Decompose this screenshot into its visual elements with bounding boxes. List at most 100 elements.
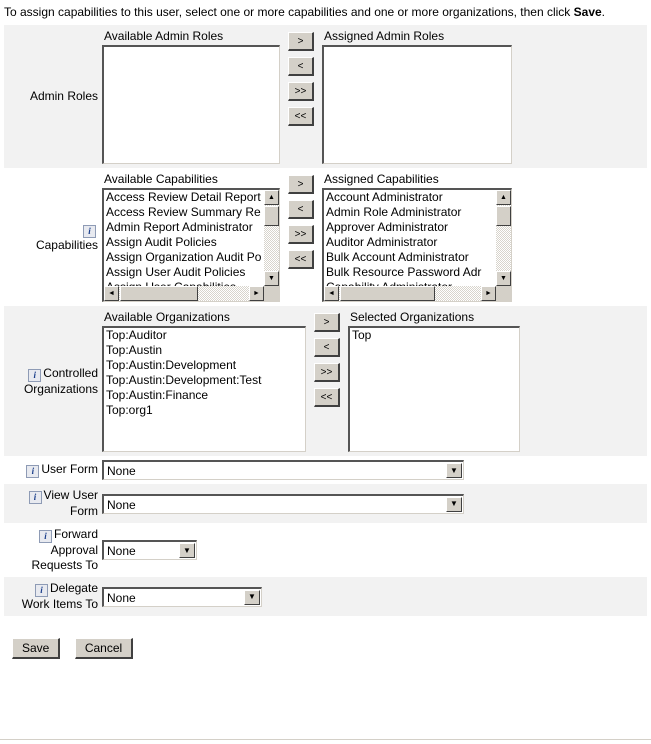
assigned-capabilities-vscroll-thumb[interactable]: [496, 206, 511, 226]
assigned-capabilities-scroll-down-icon[interactable]: ▼: [496, 271, 511, 286]
assigned-capabilities-scroll-right-icon[interactable]: ►: [481, 286, 496, 301]
available-capabilities-scroll-left-icon[interactable]: ◄: [104, 286, 119, 301]
list-item[interactable]: Top:Austin:Development:Test: [104, 373, 305, 388]
capabilities-transfer-buttons: > < >> <<: [288, 172, 314, 272]
list-item[interactable]: Top:org1: [104, 403, 305, 418]
list-item[interactable]: Top:Austin: [104, 343, 305, 358]
controlled-organizations-dual-list: Available Organizations Top:Auditor Top:A…: [102, 310, 647, 452]
organizations-add-all-button[interactable]: >>: [314, 363, 340, 382]
available-capabilities-hscroll-thumb[interactable]: [120, 286, 198, 301]
chevron-down-icon[interactable]: ▼: [244, 589, 260, 605]
field-delegate-work-items: None ▼: [102, 577, 647, 616]
admin-roles-dual-list: Available Admin Roles > < >> << Assigned…: [102, 29, 647, 164]
available-capabilities-vscrollbar[interactable]: ▲ ▼: [264, 190, 279, 286]
view-user-form-info-icon[interactable]: i: [28, 491, 42, 504]
organizations-add-button[interactable]: >: [314, 313, 340, 332]
organizations-remove-button[interactable]: <: [314, 338, 340, 357]
form-row-view-user-form: i View User Form None ▼: [4, 484, 647, 523]
list-item[interactable]: Bulk Account Administrator: [324, 250, 496, 265]
available-capabilities-options[interactable]: Access Review Detail Report Access Review…: [104, 190, 264, 301]
assigned-capabilities-scroll-left-icon[interactable]: ◄: [324, 286, 339, 301]
available-admin-roles-options[interactable]: [104, 47, 279, 163]
list-item[interactable]: Access Review Detail Report: [104, 190, 264, 205]
assigned-capabilities-hscrollbar[interactable]: ◄ ►: [324, 286, 496, 301]
capabilities-add-all-button[interactable]: >>: [288, 225, 314, 244]
form-row-controlled-organizations: i Controlled Organizations Available Orga…: [4, 306, 647, 456]
list-item[interactable]: Top: [350, 328, 519, 343]
list-item[interactable]: Auditor Administrator: [324, 235, 496, 250]
list-item[interactable]: Assign User Audit Policies: [104, 265, 264, 280]
list-item[interactable]: Top:Austin:Development: [104, 358, 305, 373]
available-capabilities-scroll-up-icon[interactable]: ▲: [264, 190, 279, 205]
admin-roles-add-button[interactable]: >: [288, 32, 314, 51]
label-forward-approval: i Forward Approval Requests To: [4, 523, 102, 577]
chevron-down-icon[interactable]: ▼: [179, 543, 195, 558]
forward-approval-selected-value: None: [107, 544, 136, 558]
admin-roles-remove-button[interactable]: <: [288, 57, 314, 76]
field-view-user-form: None ▼: [102, 484, 647, 523]
selected-organizations-title: Selected Organizations: [350, 310, 475, 324]
capabilities-remove-button[interactable]: <: [288, 200, 314, 219]
field-admin-roles: Available Admin Roles > < >> << Assigned…: [102, 25, 647, 168]
user-form-info-icon[interactable]: i: [26, 465, 40, 478]
list-item[interactable]: Assign Organization Audit Po: [104, 250, 264, 265]
assigned-admin-roles-options[interactable]: [324, 47, 511, 163]
selected-organizations-options[interactable]: Top: [350, 328, 519, 451]
list-item[interactable]: Admin Role Administrator: [324, 205, 496, 220]
admin-roles-add-all-button[interactable]: >>: [288, 82, 314, 101]
available-capabilities-title: Available Capabilities: [104, 172, 218, 186]
capabilities-remove-all-button[interactable]: <<: [288, 250, 314, 269]
list-item[interactable]: Assign Audit Policies: [104, 235, 264, 250]
delegate-work-items-info-icon[interactable]: i: [34, 584, 48, 597]
list-item[interactable]: Bulk Resource Password Adr: [324, 265, 496, 280]
available-capabilities-scroll-down-icon[interactable]: ▼: [264, 271, 279, 286]
chevron-down-icon[interactable]: ▼: [446, 463, 462, 478]
assigned-capabilities-scroll-up-icon[interactable]: ▲: [496, 190, 511, 205]
user-form-select[interactable]: None ▼: [102, 460, 464, 480]
view-user-form-select[interactable]: None ▼: [102, 493, 464, 514]
selected-organizations-listbox[interactable]: Top: [348, 326, 520, 452]
admin-roles-remove-all-button[interactable]: <<: [288, 107, 314, 126]
forward-approval-select[interactable]: None ▼: [102, 540, 197, 560]
form-row-delegate-work-items: i Delegate Work Items To None ▼: [4, 577, 647, 616]
instruction-emphasis: Save: [573, 5, 602, 19]
controlled-organizations-info-icon[interactable]: i: [28, 368, 42, 382]
available-capabilities-listbox[interactable]: Access Review Detail Report Access Review…: [102, 188, 280, 302]
assigned-capabilities-hscroll-thumb[interactable]: [340, 286, 435, 301]
form-actions: Save Cancel: [12, 638, 651, 659]
chevron-down-icon[interactable]: ▼: [446, 496, 462, 512]
available-admin-roles-pane: Available Admin Roles: [102, 29, 280, 164]
available-capabilities-scroll-corner: [264, 286, 279, 301]
list-item[interactable]: Admin Report Administrator: [104, 220, 264, 235]
instruction-suffix: .: [601, 5, 606, 19]
available-organizations-listbox[interactable]: Top:Auditor Top:Austin Top:Austin:Developm…: [102, 326, 306, 452]
organizations-remove-all-button[interactable]: <<: [314, 388, 340, 407]
available-admin-roles-listbox[interactable]: [102, 45, 280, 164]
assigned-admin-roles-pane: Assigned Admin Roles: [322, 29, 512, 164]
list-item[interactable]: Top:Auditor: [104, 328, 305, 343]
selected-organizations-pane: Selected Organizations Top: [348, 310, 520, 452]
available-admin-roles-title: Available Admin Roles: [104, 29, 224, 43]
delegate-work-items-selected-value: None: [107, 590, 136, 605]
assigned-capabilities-vscrollbar[interactable]: ▲ ▼: [496, 190, 511, 286]
available-organizations-options[interactable]: Top:Auditor Top:Austin Top:Austin:Developm…: [104, 328, 305, 451]
cancel-button[interactable]: Cancel: [74, 638, 134, 659]
assigned-capabilities-listbox[interactable]: Account Administrator Admin Role Administ…: [322, 188, 512, 302]
list-item[interactable]: Top:Austin:Finance: [104, 388, 305, 403]
save-button[interactable]: Save: [12, 638, 61, 659]
delegate-work-items-select[interactable]: None ▼: [102, 586, 262, 607]
admin-roles-label-text: Admin Roles: [29, 89, 98, 103]
assigned-admin-roles-listbox[interactable]: [322, 45, 512, 164]
capabilities-add-button[interactable]: >: [288, 175, 314, 194]
assigned-capabilities-options[interactable]: Account Administrator Admin Role Administ…: [324, 190, 496, 301]
available-capabilities-hscrollbar[interactable]: ◄ ►: [104, 286, 264, 301]
forward-approval-info-icon[interactable]: i: [38, 530, 52, 543]
list-item[interactable]: Access Review Summary Re: [104, 205, 264, 220]
list-item[interactable]: Account Administrator: [324, 190, 496, 205]
available-capabilities-pane: Available Capabilities Access Review Det…: [102, 172, 280, 302]
available-capabilities-vscroll-thumb[interactable]: [264, 206, 279, 226]
list-item[interactable]: Approver Administrator: [324, 220, 496, 235]
capabilities-info-icon[interactable]: i: [83, 224, 96, 238]
available-capabilities-scroll-right-icon[interactable]: ►: [249, 286, 264, 301]
capabilities-dual-list: Available Capabilities Access Review Det…: [102, 172, 647, 302]
